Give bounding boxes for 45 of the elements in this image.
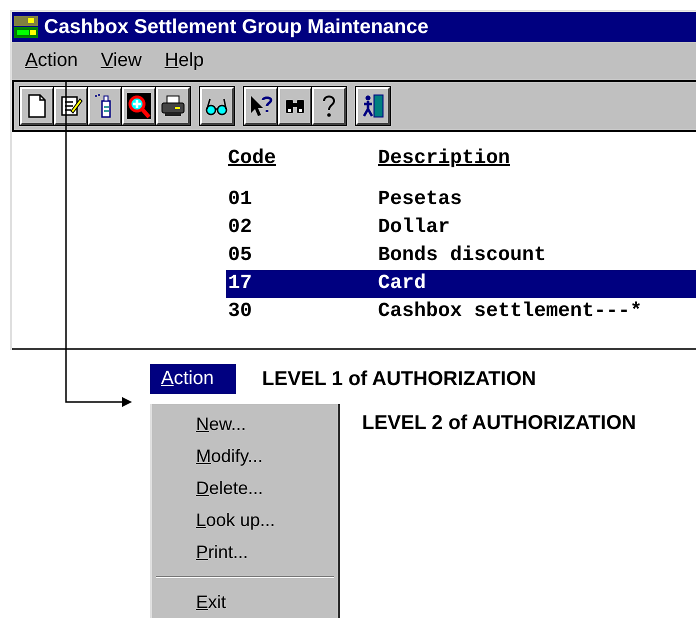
menu-title[interactable]: Action [150, 364, 236, 394]
code-cell-text: 05 [228, 243, 254, 269]
toolbar-button[interactable] [20, 87, 54, 125]
code-cell-text: 01 [228, 187, 254, 213]
toolbar-button[interactable] [244, 87, 278, 125]
help-pointer-icon [249, 93, 273, 119]
toolbar-button[interactable] [312, 87, 346, 125]
toolbar-button[interactable] [54, 87, 88, 125]
menu-option[interactable]: New... [152, 408, 338, 440]
toolbar-button[interactable] [278, 87, 312, 125]
menu-option[interactable]: Exit [152, 586, 338, 618]
list-row[interactable]: 30 Cashbox settlement---* [226, 298, 696, 326]
menu-item[interactable]: View [100, 46, 143, 76]
toolbar-button[interactable] [356, 87, 390, 125]
menu-option[interactable]: Modify... [152, 440, 338, 472]
list-row[interactable]: 02 Dollar [226, 214, 696, 242]
toolbar-button[interactable] [88, 87, 122, 125]
column-header: Code [228, 146, 278, 172]
magnifier-icon [127, 93, 151, 119]
printer-icon [161, 93, 185, 119]
authorization-note: LEVEL 1 of AUTHORIZATION [262, 367, 536, 392]
menu-option[interactable]: Print... [152, 536, 338, 568]
list-row[interactable]: 17 Card [226, 270, 696, 298]
description-cell-text: Pesetas [378, 187, 462, 213]
menu-option[interactable]: Look up... [152, 504, 338, 536]
toolbar-button[interactable] [156, 87, 190, 125]
menu-option[interactable]: Delete... [152, 472, 338, 504]
menu-item[interactable]: Action [24, 46, 79, 76]
walking-figure-icon [361, 93, 385, 119]
toolbar-button[interactable] [122, 87, 156, 125]
list-row[interactable]: 01 Pesetas [226, 186, 696, 214]
app-icon [14, 16, 38, 38]
window-title: Cashbox Settlement Group Maintenance [44, 15, 429, 40]
description-cell-text: Bonds discount [378, 243, 546, 269]
list-row[interactable]: 05 Bonds discount [226, 242, 696, 270]
menu-item[interactable]: Help [164, 46, 205, 76]
code-cell-text: 30 [228, 299, 254, 325]
column-header: Description [378, 146, 510, 172]
description-cell-text: Dollar [378, 215, 450, 241]
description-cell-text: Card [378, 271, 426, 297]
description-cell-text: Cashbox settlement---* [378, 299, 642, 325]
toolbar-button[interactable] [200, 87, 234, 125]
code-cell-text: 02 [228, 215, 254, 241]
code-cell-text: 17 [228, 271, 254, 297]
authorization-note: LEVEL 2 of AUTHORIZATION [362, 411, 636, 436]
